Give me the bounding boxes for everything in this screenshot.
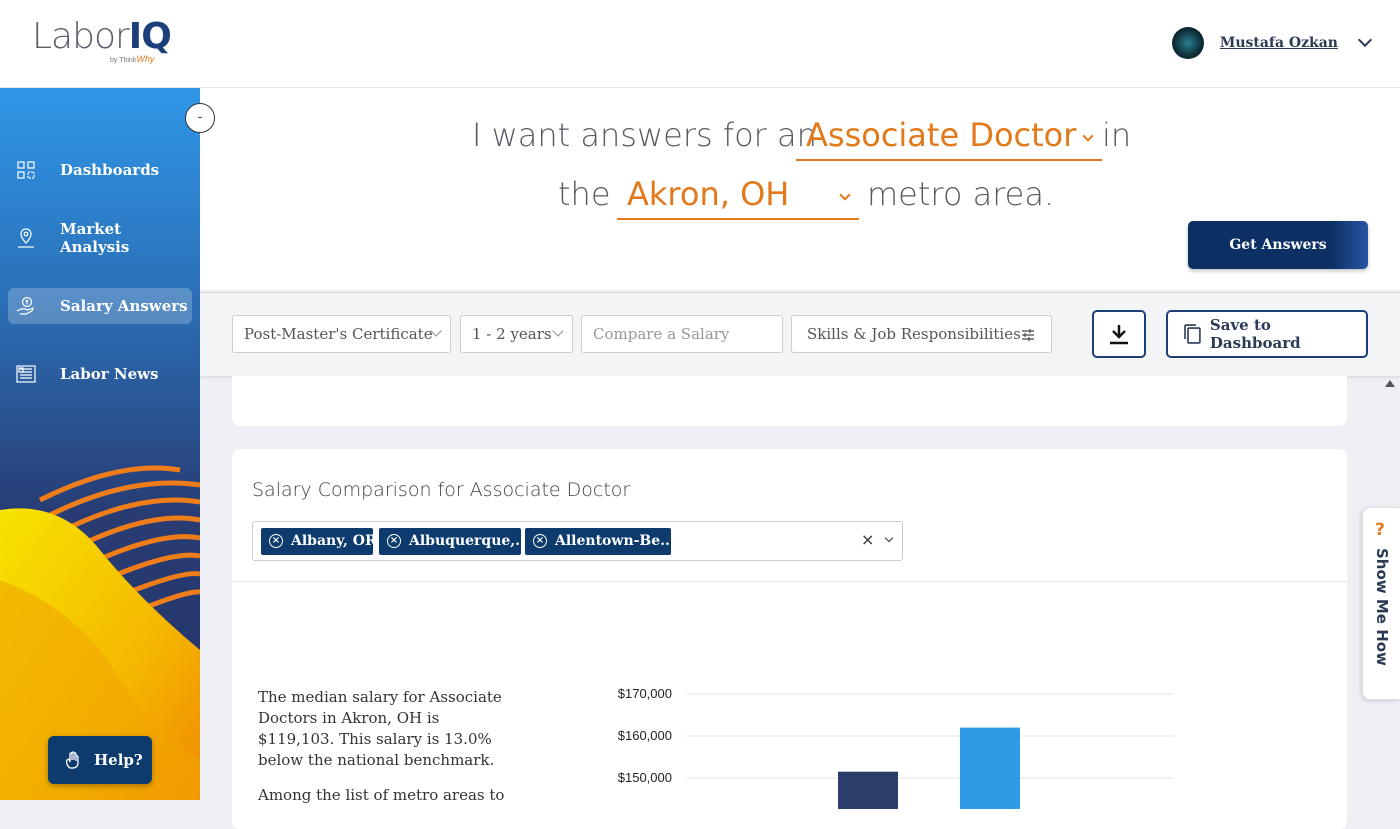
logo-by: by Think	[110, 57, 137, 64]
y-tick-label: $160,000	[618, 728, 672, 743]
user-menu[interactable]: Mustafa Ozkan	[1171, 27, 1373, 59]
query-suffix: metro area.	[867, 175, 1055, 213]
logo-accent: IQ	[128, 16, 172, 57]
job-value: Associate Doctor	[806, 116, 1077, 154]
compare-salary-input[interactable]: Compare a Salary	[581, 315, 783, 353]
chevron-down-icon[interactable]	[884, 533, 894, 543]
metro-multiselect[interactable]: × Albany, OR × Albuquerque,... × Allento…	[252, 521, 903, 561]
sliders-icon	[1022, 329, 1034, 341]
skills-select[interactable]: Skills & Job Responsibilities	[791, 315, 1052, 353]
y-tick-label: $170,000	[618, 686, 672, 701]
laboriq-logo[interactable]: LaborIQ by ThinkWhy	[32, 16, 172, 64]
compare-salary-placeholder: Compare a Salary	[593, 325, 730, 343]
user-name[interactable]: Mustafa Ozkan	[1220, 35, 1338, 51]
query-in: in	[1102, 116, 1132, 154]
clear-all-icon[interactable]: ×	[861, 530, 874, 549]
logo-brand: Why	[136, 54, 155, 64]
query-panel: I want answers for an Associate Doctor i…	[200, 88, 1400, 290]
download-icon	[1110, 325, 1128, 345]
location-select[interactable]: Akron, OH	[617, 175, 859, 220]
chevron-down-icon	[839, 189, 851, 201]
skills-value: Skills & Job Responsibilities	[807, 325, 1021, 343]
sidebar-item-label: Salary Answers	[60, 297, 188, 315]
remove-tag-icon[interactable]: ×	[269, 534, 283, 548]
job-select[interactable]: Associate Doctor	[796, 116, 1102, 161]
remove-tag-icon[interactable]: ×	[387, 534, 401, 548]
collapse-sidebar-button[interactable]: -	[185, 103, 215, 133]
y-tick-label: $150,000	[618, 770, 672, 785]
grid-icon	[16, 160, 36, 180]
description-paragraph: The median salary for Associate Doctors …	[258, 688, 502, 769]
download-button[interactable]	[1092, 310, 1146, 358]
show-me-how-label: Show Me How	[1373, 548, 1391, 666]
sidebar-item-label: Dashboards	[60, 161, 160, 179]
logo-text: Labor	[32, 16, 130, 57]
salary-bar[interactable]	[838, 771, 898, 809]
remove-tag-icon[interactable]: ×	[533, 534, 547, 548]
top-header: LaborIQ by ThinkWhy Mustafa Ozkan	[0, 0, 1400, 88]
copy-icon	[1184, 324, 1201, 344]
help-label: Help?	[94, 751, 143, 769]
avatar[interactable]	[1171, 27, 1204, 59]
metro-tag-label: Albany, OR	[291, 533, 373, 549]
experience-select[interactable]: 1 - 2 years	[460, 315, 573, 353]
sidebar-item-labor-news[interactable]: Labor News	[8, 356, 192, 392]
sidebar-item-market-analysis[interactable]: Market Analysis	[8, 220, 192, 256]
help-button[interactable]: Help?	[48, 736, 152, 784]
salary-description: The median salary for Associate Doctors …	[258, 687, 508, 820]
salary-bar[interactable]	[960, 727, 1020, 809]
salary-bar-chart: $170,000 $160,000 $150,000	[618, 686, 1174, 809]
sidebar-item-salary-answers[interactable]: Salary Answers	[8, 288, 192, 324]
card-title: Salary Comparison for Associate Doctor	[252, 479, 631, 501]
show-me-how-tab[interactable]: ? Show Me How	[1362, 507, 1400, 700]
previous-card	[232, 376, 1347, 426]
salary-hand-icon	[16, 296, 36, 316]
chevron-down-icon	[552, 325, 564, 337]
metro-tag-label: Albuquerque,...	[409, 533, 521, 549]
divider	[232, 581, 1347, 582]
sidebar-item-dashboards[interactable]: Dashboards	[8, 152, 192, 188]
sidebar-item-label: Market Analysis	[60, 220, 130, 256]
education-select[interactable]: Post-Master's Certificate	[232, 315, 451, 353]
description-paragraph: Among the list of metro areas to	[258, 786, 505, 804]
metro-tag-label: Allentown-Be...	[555, 533, 671, 549]
salary-comparison-card: Salary Comparison for Associate Doctor ×…	[232, 449, 1347, 829]
chevron-down-icon	[1082, 130, 1094, 142]
newspaper-icon	[16, 364, 36, 384]
education-value: Post-Master's Certificate	[244, 325, 433, 343]
save-label: Save to Dashboard	[1209, 316, 1301, 352]
query-prefix: I want answers for an	[472, 116, 817, 154]
map-pin-icon	[16, 228, 36, 248]
filter-bar: Post-Master's Certificate 1 - 2 years Co…	[200, 292, 1400, 376]
chevron-down-icon[interactable]	[1357, 32, 1373, 48]
query-the: the	[558, 175, 611, 213]
metro-tag[interactable]: × Allentown-Be...	[525, 528, 671, 555]
question-icon: ?	[1375, 520, 1385, 540]
sidebar-item-label: Labor News	[60, 365, 159, 383]
get-answers-button[interactable]: Get Answers	[1188, 221, 1368, 269]
scroll-up-arrow[interactable]	[1385, 380, 1395, 387]
hand-wave-icon	[65, 751, 79, 769]
sidebar: Dashboards Market Analysis Salary Answer…	[0, 88, 200, 800]
metro-tag[interactable]: × Albuquerque,...	[379, 528, 521, 555]
metro-tag[interactable]: × Albany, OR	[261, 528, 373, 555]
save-to-dashboard-button[interactable]: Save to Dashboard	[1166, 310, 1368, 358]
experience-value: 1 - 2 years	[472, 325, 552, 343]
location-value: Akron, OH	[627, 175, 790, 213]
